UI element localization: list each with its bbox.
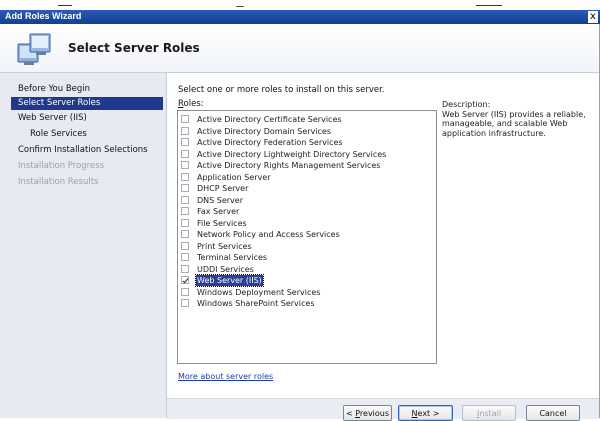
role-label[interactable]: Network Policy and Access Services (196, 229, 341, 240)
role-label[interactable]: Fax Server (196, 206, 240, 217)
role-checkbox[interactable] (181, 241, 189, 250)
cancel-button[interactable]: Cancel (526, 405, 580, 421)
next-button[interactable]: Next > (398, 405, 453, 421)
server-roles-icon (17, 33, 51, 65)
role-checkbox[interactable] (181, 230, 189, 238)
role-label[interactable]: UDDI Services (196, 264, 255, 275)
role-label[interactable]: Active Directory Rights Management Servi… (196, 160, 381, 171)
role-checkbox[interactable] (181, 172, 189, 181)
role-checkbox[interactable] (181, 299, 189, 307)
role-checkbox[interactable] (181, 218, 189, 227)
role-checkbox[interactable] (181, 138, 189, 146)
role-label[interactable]: Active Directory Domain Services (196, 126, 332, 137)
wizard-nav: Before You Begin Select Server Roles Web… (0, 73, 167, 418)
description-panel: Description: Web Server (IIS) provides a… (442, 100, 592, 138)
nav-item-role-services[interactable]: Role Services (0, 128, 164, 141)
edge-mark (58, 5, 72, 6)
role-label[interactable]: Web Server (IIS) (195, 274, 264, 287)
role-checkbox[interactable] (181, 149, 189, 158)
role-label[interactable]: Terminal Services (196, 252, 268, 263)
nav-item-select-server-roles[interactable]: Select Server Roles (11, 97, 163, 110)
role-checkbox[interactable] (181, 207, 189, 215)
role-label[interactable]: Print Services (196, 241, 253, 252)
install-button: Install (462, 405, 516, 421)
role-label[interactable]: Windows Deployment Services (196, 287, 321, 298)
page-header: Select Server Roles (0, 24, 600, 73)
role-checkbox[interactable] (181, 195, 189, 204)
role-label[interactable]: Active Directory Federation Services (196, 137, 344, 148)
nav-item-confirm-installation[interactable]: Confirm Installation Selections (0, 144, 164, 157)
role-checkbox[interactable] (181, 126, 189, 135)
role-checkbox[interactable] (181, 253, 189, 261)
roles-list[interactable]: Active Directory Certificate Services Ac… (177, 110, 437, 364)
role-label[interactable]: Active Directory Lightweight Directory S… (196, 149, 387, 160)
previous-label-prefix: < (345, 409, 356, 418)
role-label[interactable]: Application Server (196, 172, 271, 183)
roles-label-text: oles: (183, 99, 204, 109)
role-checkbox[interactable] (181, 287, 189, 296)
page-title: Select Server Roles (68, 41, 200, 55)
window-title: Add Roles Wizard (5, 11, 82, 21)
role-checkbox[interactable] (181, 264, 189, 273)
roles-label: Roles: (178, 99, 204, 109)
role-label[interactable]: DNS Server (196, 195, 244, 206)
next-label-text: ext > (417, 409, 440, 418)
install-label-text: nstall (479, 409, 502, 418)
edge-mark (476, 5, 502, 6)
nav-item-web-server-iis[interactable]: Web Server (IIS) (0, 112, 164, 125)
previous-label-text: revious (359, 409, 390, 418)
main-content: Select one or more roles to install on t… (167, 73, 600, 398)
nav-item-installation-progress: Installation Progress (18, 161, 105, 171)
role-label[interactable]: Active Directory Certificate Services (196, 114, 343, 125)
role-checkbox[interactable] (181, 161, 189, 169)
role-checkbox[interactable] (181, 184, 189, 192)
intro-text: Select one or more roles to install on t… (178, 85, 385, 95)
wizard-footer: < Previous Next > Install Cancel (167, 398, 600, 421)
description-heading: Description: (442, 100, 491, 109)
role-checkbox-checked[interactable] (181, 276, 189, 284)
role-label[interactable]: File Services (196, 218, 248, 229)
role-label[interactable]: Windows SharePoint Services (196, 298, 315, 309)
more-about-roles-link[interactable]: More about server roles (178, 372, 273, 381)
edge-mark (236, 6, 244, 7)
previous-button[interactable]: < Previous (343, 405, 392, 421)
role-checkbox[interactable] (181, 115, 189, 123)
nav-item-installation-results: Installation Results (18, 177, 99, 187)
top-edge (0, 0, 600, 10)
window-titlebar[interactable]: Add Roles Wizard (0, 10, 600, 24)
role-label[interactable]: DHCP Server (196, 183, 249, 194)
nav-item-before-you-begin[interactable]: Before You Begin (0, 83, 164, 96)
close-button[interactable]: x (588, 11, 598, 23)
description-text: Web Server (IIS) provides a reliable, ma… (442, 109, 586, 138)
